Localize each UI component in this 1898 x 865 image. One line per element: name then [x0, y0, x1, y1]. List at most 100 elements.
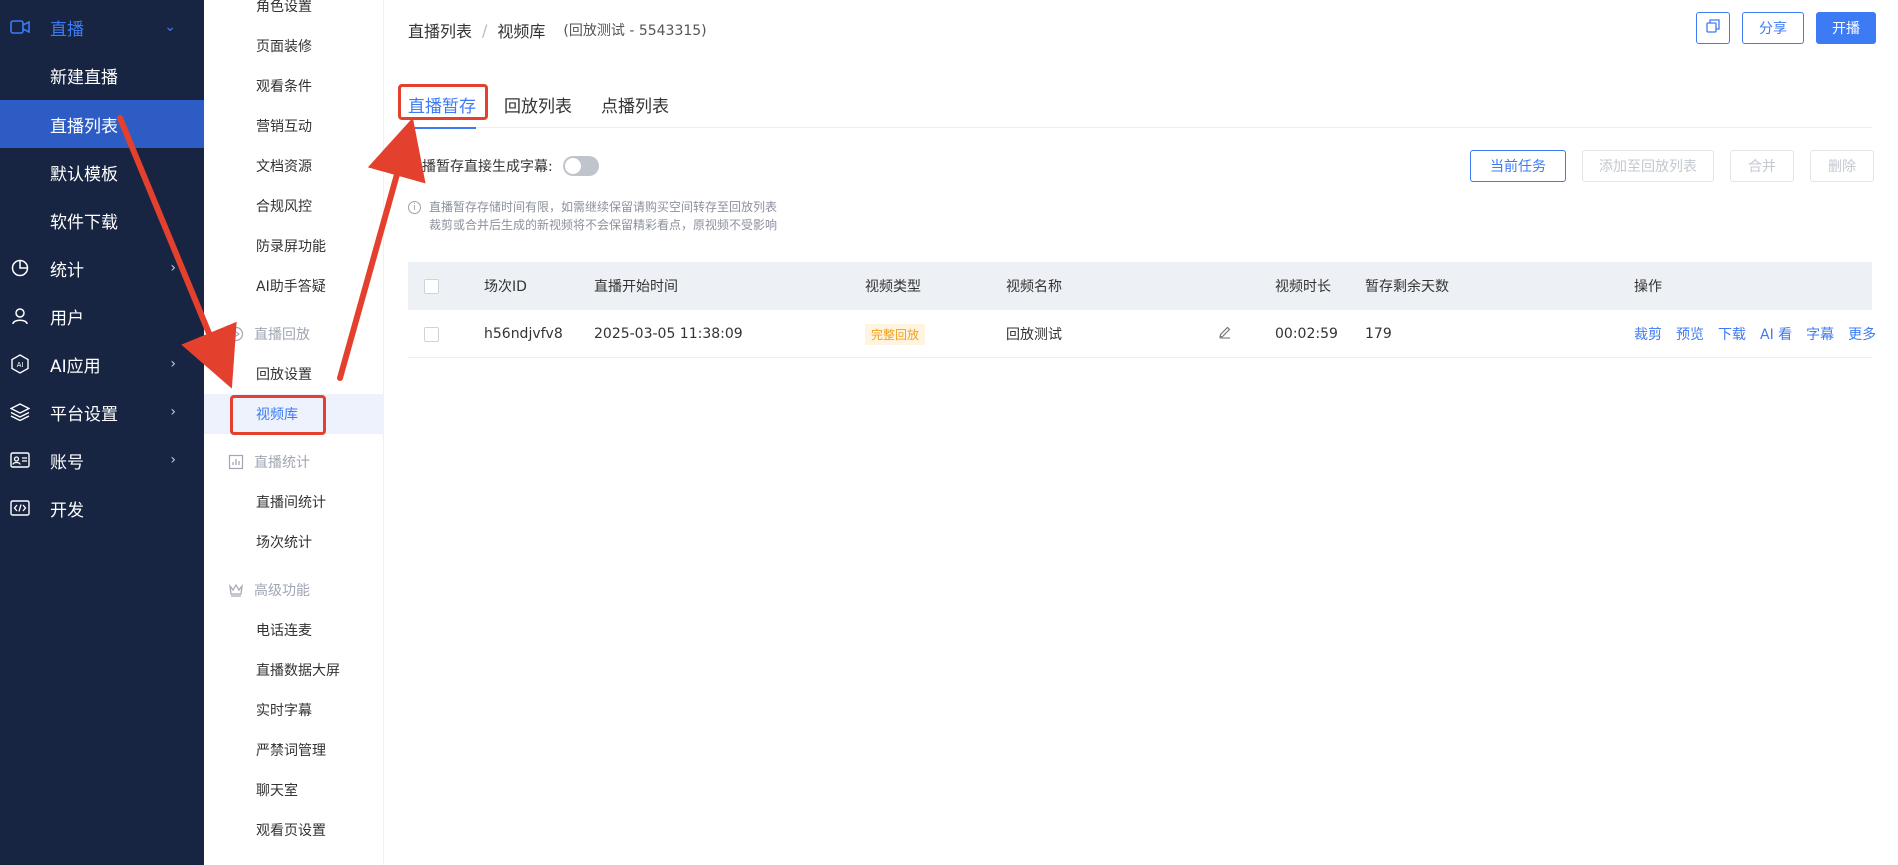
subnav-item-label: 合规风控: [256, 199, 312, 215]
subnav-item-ai-assistant[interactable]: AI助手答疑: [204, 266, 384, 306]
sidebar-item-label: 开发: [50, 500, 84, 521]
breadcrumb-separator: /: [482, 20, 488, 40]
start-live-button[interactable]: 开播: [1816, 12, 1876, 44]
select-all-checkbox[interactable]: [424, 278, 439, 294]
sidebar-item-label: 平台设置: [50, 404, 118, 425]
sidebar-item-default-template[interactable]: 默认模板: [0, 148, 204, 196]
subtitle-link[interactable]: 字幕: [1806, 324, 1834, 344]
subtitle-toggle[interactable]: [562, 156, 599, 176]
subnav-item-label: 文档资源: [256, 159, 312, 175]
edit-name-button[interactable]: [1218, 310, 1232, 358]
subnav-item-watch-conditions[interactable]: 观看条件: [204, 66, 384, 106]
user-icon: [10, 306, 30, 326]
ai-hexagon-icon: AI: [10, 354, 30, 374]
sidebar-item-live-list[interactable]: 直播列表: [0, 100, 204, 148]
sidebar-item-label: 统计: [50, 260, 84, 281]
column-header: 视频时长: [1275, 279, 1331, 295]
start-time: 2025-03-05 11:38:09: [594, 326, 743, 342]
more-link[interactable]: 更多: [1848, 324, 1876, 344]
sidebar-item-new-live[interactable]: 新建直播: [0, 51, 204, 99]
subnav-item-session-stats[interactable]: 场次统计: [204, 522, 384, 562]
remaining-days: 179: [1365, 326, 1392, 342]
row-checkbox[interactable]: [424, 326, 439, 342]
subnav-item-banned-words[interactable]: 严禁词管理: [204, 730, 384, 770]
video-table: 场次ID 直播开始时间 视频类型 视频名称 视频时长 暂存剩余天数 操作 h56…: [408, 262, 1876, 358]
subnav-group-label: 高级功能: [254, 583, 310, 599]
sidebar-item-ai-apps[interactable]: AI AI应用 ›: [0, 340, 204, 388]
sidebar-item-software-download[interactable]: 软件下载: [0, 196, 204, 244]
table-header: 场次ID 直播开始时间 视频类型 视频名称 视频时长 暂存剩余天数 操作: [408, 262, 1872, 310]
chevron-right-icon: ›: [170, 260, 176, 276]
id-card-icon: [10, 450, 30, 470]
preview-link[interactable]: 预览: [1676, 324, 1704, 344]
subnav-item-compliance[interactable]: 合规风控: [204, 186, 384, 226]
video-duration: 00:02:59: [1275, 326, 1338, 342]
video-type-badge: 完整回放: [865, 323, 926, 345]
subnav-item-label: 直播数据大屏: [256, 663, 340, 679]
code-icon: [10, 498, 30, 518]
breadcrumb: 直播列表 / 视频库 (回放测试 - 5543315): [408, 18, 707, 42]
download-link[interactable]: 下载: [1718, 324, 1746, 344]
subnav-item-watch-page-settings[interactable]: 观看页设置: [204, 810, 384, 850]
sidebar-item-label: 默认模板: [50, 164, 118, 185]
delete-button[interactable]: 删除: [1810, 150, 1874, 182]
subnav-item-role-settings[interactable]: 角色设置: [204, 0, 384, 26]
subnav-item-chatroom[interactable]: 聊天室: [204, 770, 384, 810]
subnav-item-data-screen[interactable]: 直播数据大屏: [204, 650, 384, 690]
sidebar-item-live[interactable]: 直播 ⌄: [0, 3, 204, 51]
table-actions: 当前任务 添加至回放列表 合并 删除: [1470, 150, 1874, 182]
subnav-group-advanced: 高级功能: [204, 570, 384, 610]
main-sidebar: 直播 ⌄ 新建直播 直播列表 默认模板 软件下载 统计 › 用户 AI AI应用…: [0, 0, 204, 865]
merge-button[interactable]: 合并: [1730, 150, 1794, 182]
subnav-item-live-subtitles[interactable]: 实时字幕: [204, 690, 384, 730]
breadcrumb-link-live-list[interactable]: 直播列表: [408, 18, 472, 42]
column-header: 视频类型: [865, 279, 921, 295]
subnav-item-label: 回放设置: [256, 367, 312, 383]
sidebar-item-label: 软件下载: [50, 212, 118, 233]
sidebar-item-users[interactable]: 用户: [0, 292, 204, 340]
video-name: 回放测试: [1006, 327, 1062, 343]
share-button[interactable]: 分享: [1742, 12, 1804, 44]
tab-replay-list[interactable]: 回放列表: [504, 80, 572, 128]
crop-link[interactable]: 裁剪: [1634, 324, 1662, 344]
sidebar-item-developer[interactable]: 开发: [0, 484, 204, 532]
breadcrumb-current: 视频库: [497, 22, 546, 41]
subnav-item-replay-settings[interactable]: 回放设置: [204, 354, 384, 394]
annotation-box-live-temp-tab: [398, 84, 488, 120]
subnav-item-label: 严禁词管理: [256, 743, 326, 759]
current-task-button[interactable]: 当前任务: [1470, 150, 1566, 182]
tab-vod-list[interactable]: 点播列表: [601, 80, 669, 128]
add-to-replay-button[interactable]: 添加至回放列表: [1582, 150, 1714, 182]
chevron-right-icon: ›: [170, 404, 176, 420]
subnav-item-label: 场次统计: [256, 535, 312, 551]
subnav-item-document-resources[interactable]: 文档资源: [204, 146, 384, 186]
ai-watch-link[interactable]: AI 看: [1760, 324, 1792, 344]
layers-icon: [10, 402, 30, 422]
subnav-item-page-decoration[interactable]: 页面装修: [204, 26, 384, 66]
copy-icon: [1706, 19, 1720, 37]
chevron-right-icon: ›: [170, 452, 176, 468]
sidebar-item-account[interactable]: 账号 ›: [0, 436, 204, 484]
notice-line: 裁剪或合并后生成的新视频将不会保留精彩看点，原视频不受影响: [429, 218, 778, 232]
subnav-item-label: 营销互动: [256, 119, 312, 135]
subnav-item-room-stats[interactable]: 直播间统计: [204, 482, 384, 522]
subnav-item-anti-recording[interactable]: 防录屏功能: [204, 226, 384, 266]
video-camera-icon: [10, 17, 30, 37]
subnav-item-label: 观看页设置: [256, 823, 326, 839]
sidebar-item-platform-settings[interactable]: 平台设置 ›: [0, 388, 204, 436]
subnav-group-label: 直播回放: [254, 327, 310, 343]
main-content: 直播列表 / 视频库 (回放测试 - 5543315) 分享 开播 直播暂存 回…: [384, 0, 1898, 865]
column-header: 操作: [1634, 279, 1662, 295]
storage-notice: i 直播暂存存储时间有限，如需继续保留请购买空间转存至回放列表 裁剪或合并后生成…: [408, 198, 777, 234]
annotation-box-video-library: [230, 395, 326, 435]
subnav-item-phone-mic[interactable]: 电话连麦: [204, 610, 384, 650]
subnav-item-label: AI助手答疑: [256, 279, 326, 295]
chevron-down-icon: ⌄: [164, 19, 176, 35]
subnav-group-live-replay: 直播回放: [204, 314, 384, 354]
copy-button[interactable]: [1696, 12, 1730, 44]
sidebar-item-statistics[interactable]: 统计 ›: [0, 244, 204, 292]
subnav-item-marketing-interaction[interactable]: 营销互动: [204, 106, 384, 146]
subnav-group-live-stats: 直播统计: [204, 442, 384, 482]
subnav-group-label: 直播统计: [254, 455, 310, 471]
sidebar-item-label: 直播: [50, 19, 84, 40]
